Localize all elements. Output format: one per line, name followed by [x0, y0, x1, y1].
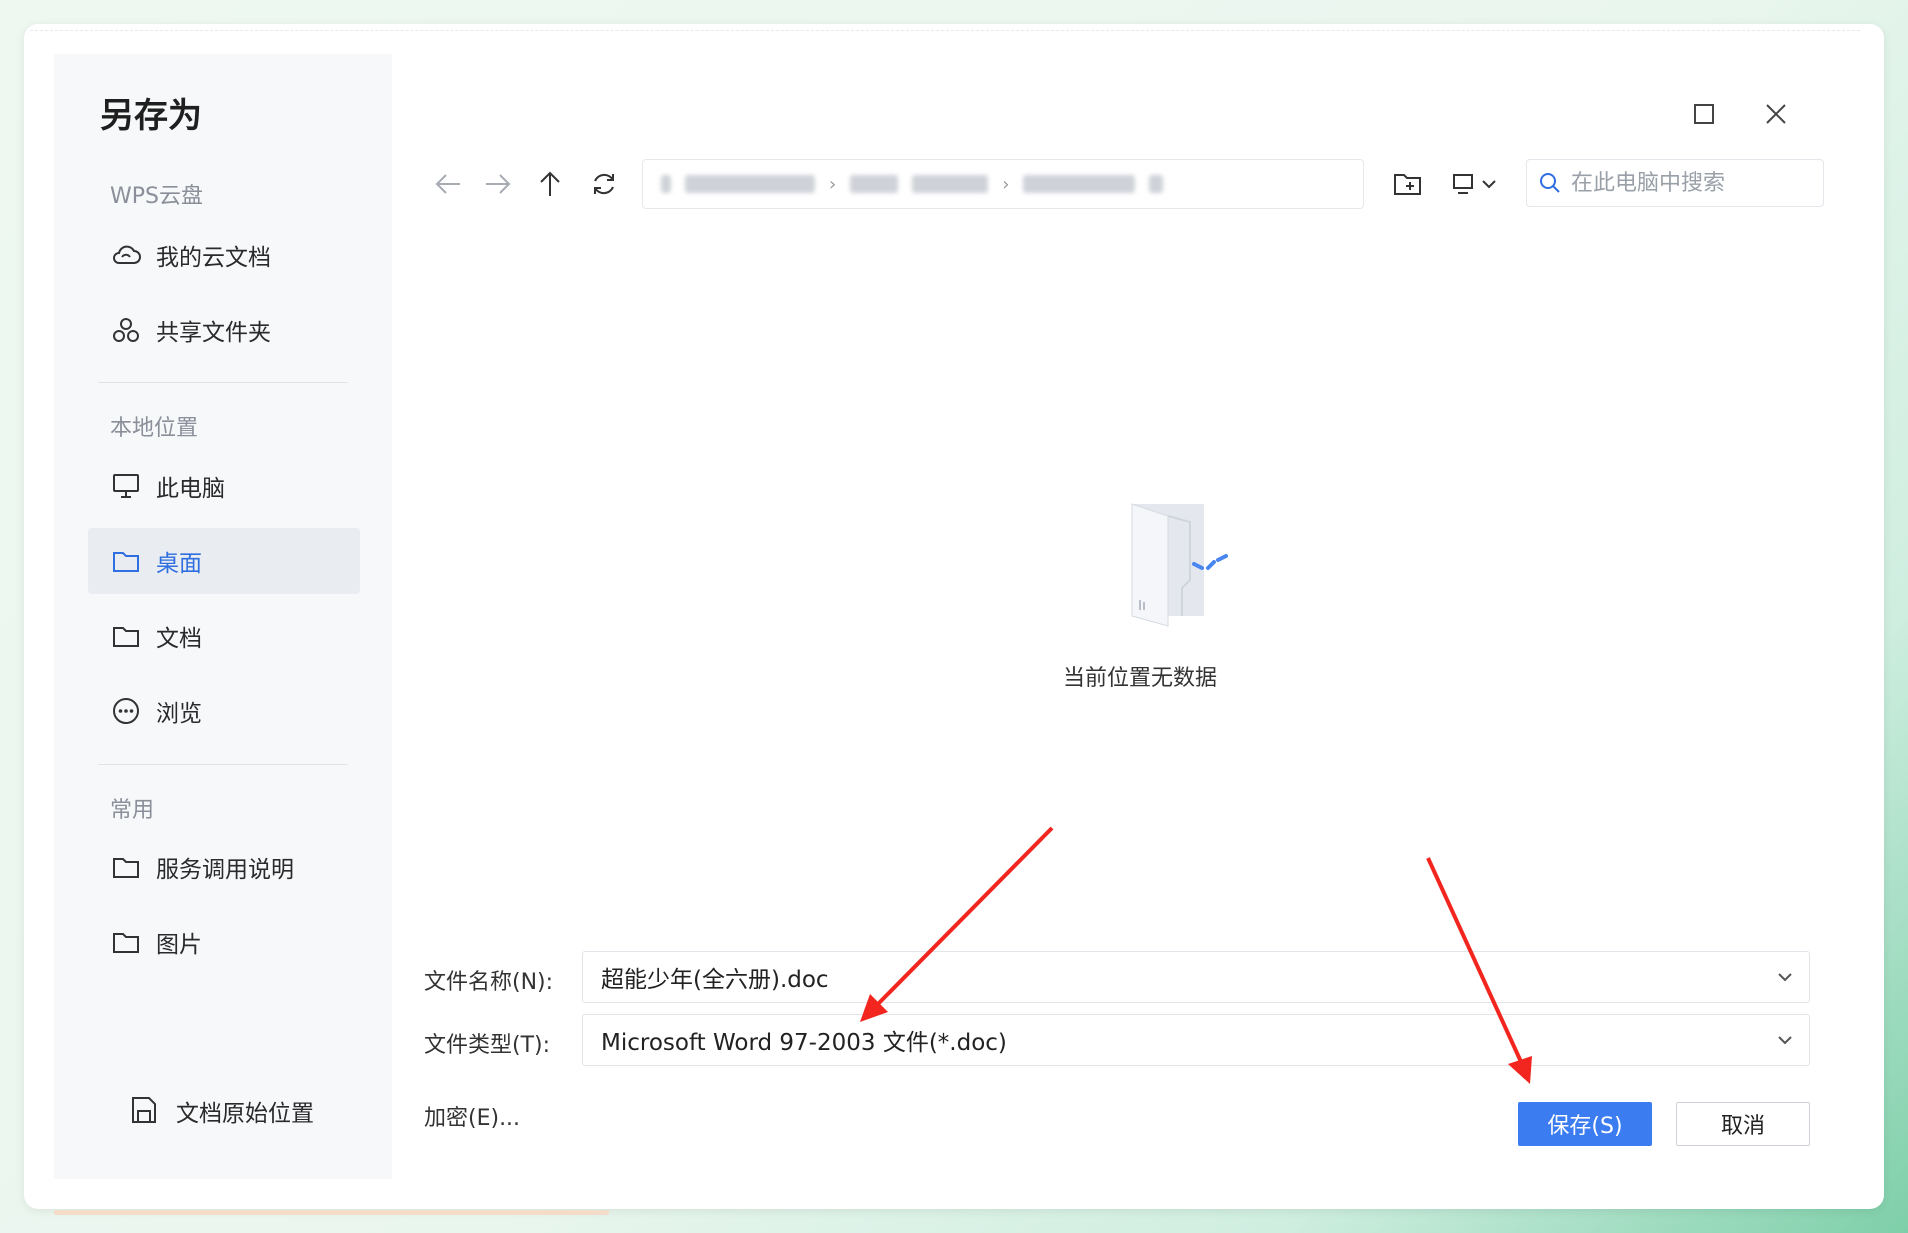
- forward-button[interactable]: [480, 166, 516, 202]
- path-segment: [912, 175, 989, 193]
- save-location-icon: [130, 1095, 162, 1127]
- arrow-left-icon: [435, 174, 460, 194]
- folder-icon: [110, 851, 142, 883]
- view-mode-button[interactable]: [1446, 166, 1502, 202]
- up-button[interactable]: [532, 166, 568, 202]
- path-segment: [1149, 175, 1164, 193]
- path-breadcrumb[interactable]: › ›: [642, 159, 1364, 209]
- taskbar-strip: [54, 1210, 609, 1215]
- sidebar-item-label: 浏览: [156, 701, 202, 727]
- sidebar-item-desktop[interactable]: 桌面: [88, 528, 360, 594]
- section-label-frequent: 常用: [110, 798, 155, 823]
- monitor-icon: [1453, 174, 1473, 194]
- folder-icon: [110, 545, 142, 577]
- close-icon: [1766, 104, 1786, 124]
- filename-field[interactable]: 超能少年(全六册).doc: [582, 951, 1810, 1003]
- empty-state: [1060, 500, 1280, 644]
- sidebar-item-label: 文档: [156, 626, 202, 652]
- sidebar-divider: [98, 382, 348, 383]
- cloud-icon: [110, 239, 142, 271]
- sidebar-item-documents[interactable]: 文档: [88, 603, 360, 669]
- path-segment: [850, 175, 899, 193]
- filetype-label: 文件类型(T):: [424, 1033, 551, 1058]
- empty-folder-icon: [1131, 503, 1228, 627]
- path-separator: ›: [829, 173, 837, 195]
- share-icon: [110, 314, 142, 346]
- section-label-cloud: WPS云盘: [110, 184, 203, 209]
- path-segment: [661, 175, 671, 193]
- path-separator: ›: [1002, 173, 1010, 195]
- path-segment: [1023, 175, 1136, 193]
- search-input[interactable]: [1571, 170, 1811, 196]
- save-button[interactable]: 保存(S): [1518, 1102, 1652, 1146]
- filename-label: 文件名称(N):: [424, 970, 554, 995]
- sidebar-item-label: 桌面: [156, 551, 202, 577]
- folder-icon: [110, 926, 142, 958]
- chevron-down-icon: [1778, 1036, 1792, 1045]
- sidebar-item-this-pc[interactable]: 此电脑: [88, 453, 360, 519]
- section-label-local: 本地位置: [110, 416, 199, 441]
- cancel-button[interactable]: 取消: [1676, 1102, 1810, 1146]
- chevron-down-icon: [1778, 973, 1792, 982]
- empty-message: 当前位置无数据: [1062, 666, 1217, 691]
- new-folder-icon: [1394, 174, 1421, 195]
- sidebar-item-browse[interactable]: 浏览: [88, 678, 360, 744]
- sidebar-divider: [98, 764, 348, 765]
- sidebar-item-my-cloud-docs[interactable]: 我的云文档: [88, 222, 360, 288]
- refresh-button[interactable]: [586, 166, 622, 202]
- search-box[interactable]: [1526, 159, 1824, 207]
- sidebar-item-label: 图片: [156, 932, 202, 958]
- filetype-value: Microsoft Word 97-2003 文件(*.doc): [601, 1030, 1007, 1056]
- sidebar-item-label: 服务调用说明: [156, 857, 294, 883]
- chevron-down-icon: [1482, 180, 1496, 189]
- new-folder-button[interactable]: [1390, 166, 1426, 202]
- sidebar-item-label: 我的云文档: [156, 245, 271, 271]
- back-button[interactable]: [430, 166, 466, 202]
- search-icon: [1540, 173, 1560, 193]
- more-icon: [110, 695, 142, 727]
- original-location-label: 文档原始位置: [176, 1101, 314, 1127]
- original-location-link[interactable]: 文档原始位置: [130, 1094, 314, 1128]
- filename-value: 超能少年(全六册).doc: [601, 967, 829, 993]
- path-segment: [685, 175, 815, 193]
- sidebar-item-shared-folder[interactable]: 共享文件夹: [88, 297, 360, 363]
- maximize-button[interactable]: [1686, 96, 1722, 132]
- arrow-up-icon: [540, 171, 560, 196]
- sidebar-item-service-docs[interactable]: 服务调用说明: [88, 834, 360, 900]
- sidebar-item-label: 此电脑: [156, 476, 225, 502]
- encrypt-link[interactable]: 加密(E)...: [424, 1100, 520, 1132]
- computer-icon: [110, 470, 142, 502]
- filetype-select[interactable]: Microsoft Word 97-2003 文件(*.doc): [582, 1014, 1810, 1066]
- close-button[interactable]: [1758, 96, 1794, 132]
- arrow-right-icon: [486, 174, 511, 194]
- sidebar-item-label: 共享文件夹: [156, 320, 271, 346]
- sidebar-item-pictures[interactable]: 图片: [88, 909, 360, 975]
- refresh-icon: [594, 173, 614, 195]
- dialog-title: 另存为: [100, 96, 202, 136]
- maximize-icon: [1694, 104, 1714, 124]
- folder-icon: [110, 620, 142, 652]
